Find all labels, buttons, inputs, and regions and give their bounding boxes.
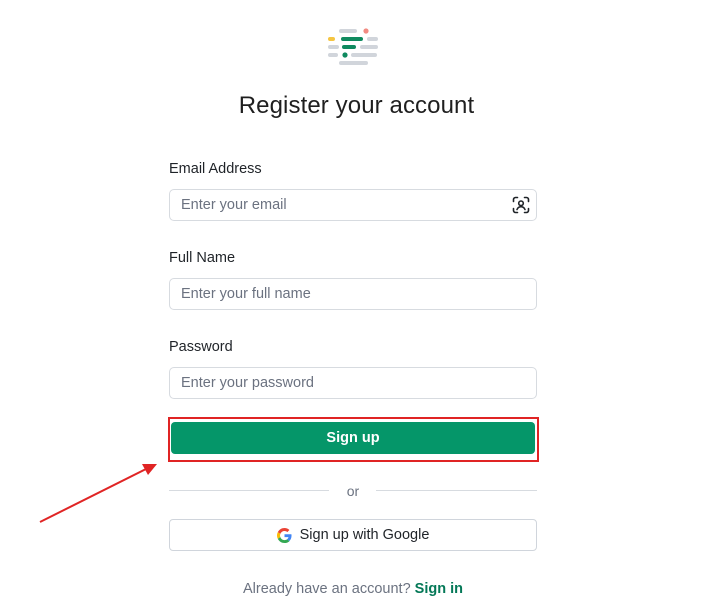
annotation-arrow	[39, 464, 157, 523]
